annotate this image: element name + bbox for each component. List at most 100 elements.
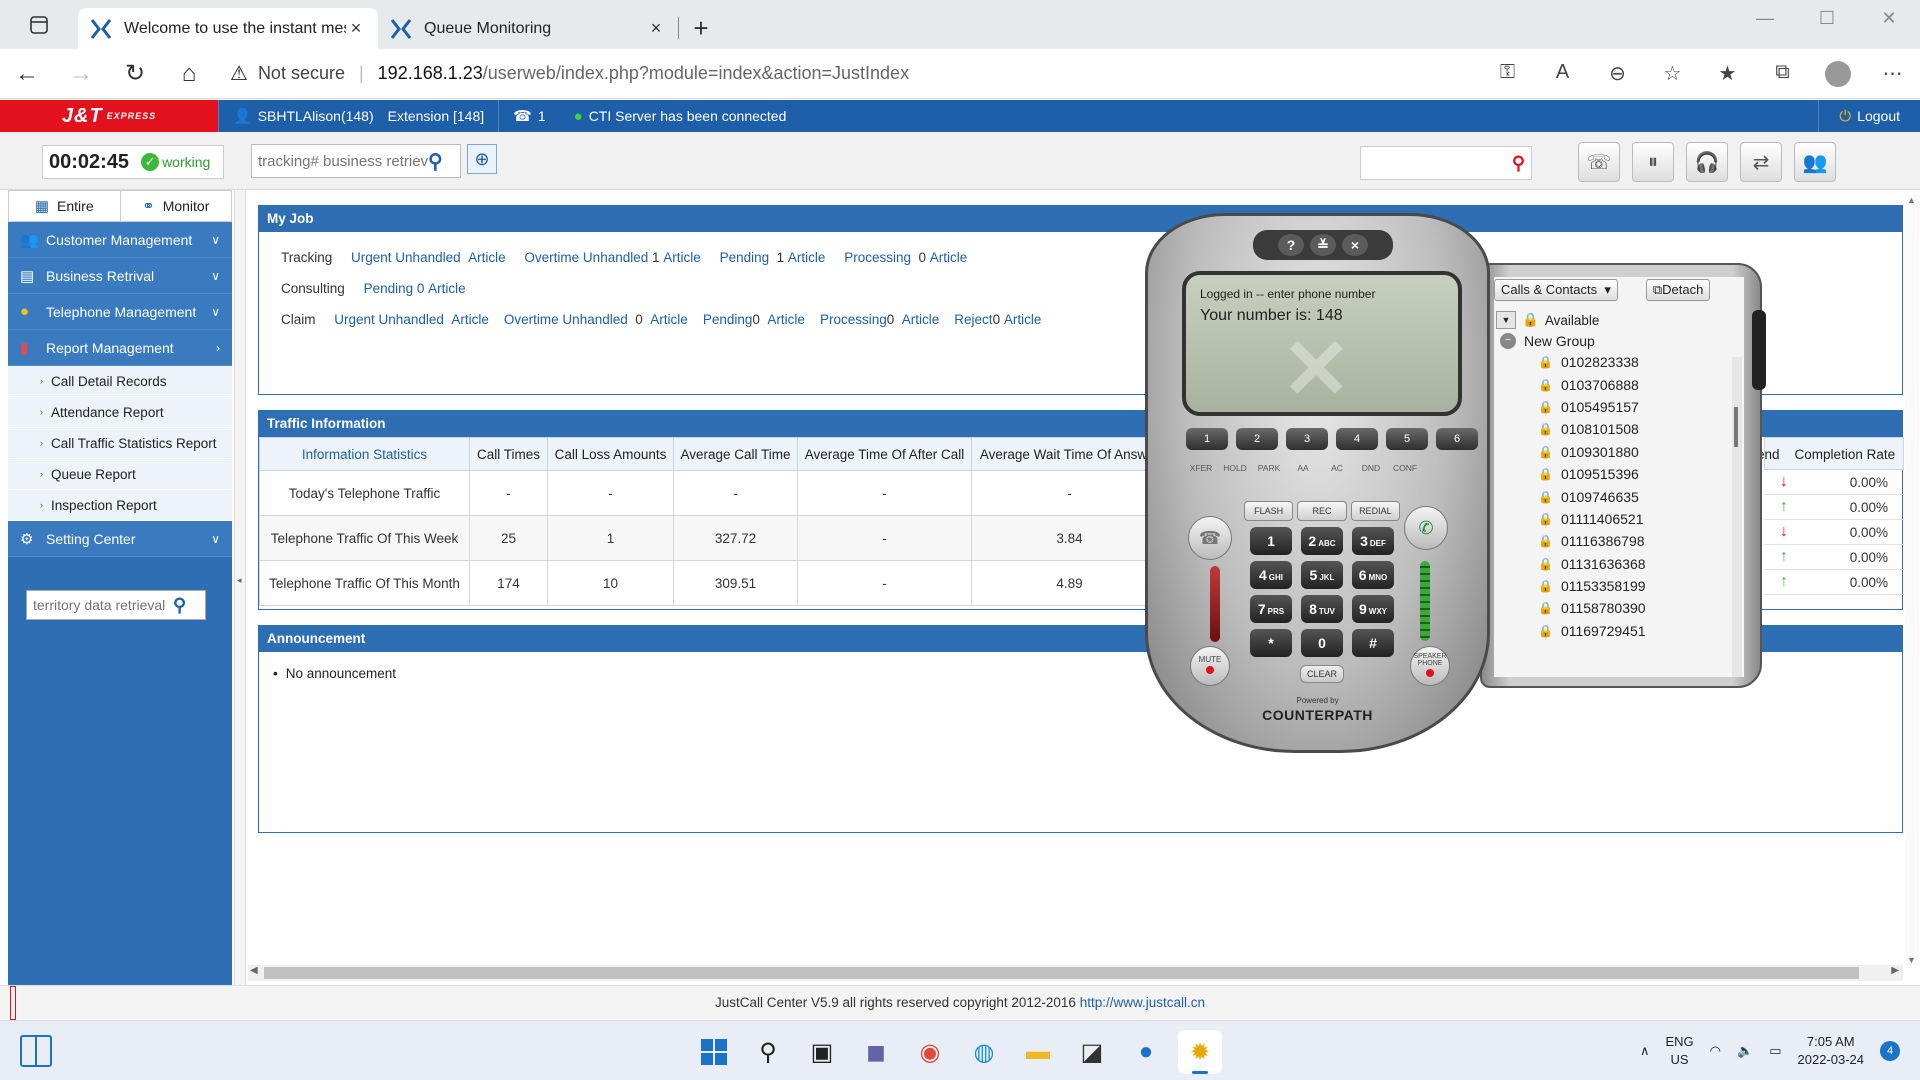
dial-key[interactable]: #: [1352, 629, 1394, 657]
redial-key[interactable]: REDIAL: [1350, 501, 1400, 521]
record-key[interactable]: REC: [1297, 501, 1347, 521]
wifi-icon[interactable]: ◠: [1710, 1043, 1721, 1059]
calls-contacts-dropdown[interactable]: Calls & Contacts ▾: [1494, 279, 1618, 301]
softphone-app-button[interactable]: ✹: [1178, 1030, 1222, 1074]
contact-item[interactable]: 🔒 0102823338: [1538, 351, 1744, 373]
menu-report-management[interactable]: ▮ Report Management ›: [8, 330, 232, 366]
forward-button[interactable]: →: [54, 54, 108, 94]
advanced-search-icon[interactable]: ⊕: [467, 144, 497, 174]
dial-key[interactable]: 2 ABC: [1301, 527, 1343, 555]
speakerphone-button[interactable]: SPEAKER PHONE: [1410, 646, 1450, 686]
tab-monitor[interactable]: ⚭ Monitor: [119, 191, 232, 221]
consulting-pending-link[interactable]: Pending: [364, 281, 414, 296]
park-key[interactable]: PARK: [1254, 463, 1284, 473]
aa-key[interactable]: AA: [1288, 463, 1318, 473]
claim-urgent-link[interactable]: Urgent Unhandled: [334, 312, 444, 327]
contact-item[interactable]: 🔒 0108101508: [1538, 418, 1744, 440]
vertical-scrollbar[interactable]: ▲ ▼: [1905, 195, 1919, 965]
line-key[interactable]: 4: [1336, 428, 1378, 450]
tracking-search-input[interactable]: [258, 152, 428, 170]
dial-key[interactable]: 7 PRS: [1250, 595, 1292, 623]
teams-chat-button[interactable]: ◼: [854, 1030, 898, 1074]
claim-processing-link[interactable]: Processing: [820, 312, 887, 327]
tracking-overtime-link[interactable]: Overtime Unhandled: [524, 250, 648, 265]
contacts-scroll-thumb[interactable]: [1734, 407, 1738, 447]
hold-call-button[interactable]: ⏸: [1632, 142, 1674, 182]
tab-queue-monitoring[interactable]: Queue Monitoring ×: [378, 8, 678, 49]
menu-setting-center[interactable]: ⚙ Setting Center ∨: [8, 521, 232, 557]
scroll-left-icon[interactable]: ◀: [250, 965, 258, 976]
menu-customer-management[interactable]: 👥 Customer Management ∨: [8, 222, 232, 258]
sticky-notes-button[interactable]: ◪: [1070, 1030, 1114, 1074]
profile-avatar[interactable]: [1810, 60, 1865, 87]
notification-badge[interactable]: 4: [1880, 1041, 1900, 1061]
tab-welcome[interactable]: Welcome to use the instant mes ×: [78, 8, 378, 49]
submenu-call-detail-records[interactable]: › Call Detail Records: [8, 366, 232, 397]
dial-key[interactable]: 1: [1250, 527, 1292, 555]
key-icon[interactable]: ⚿: [1480, 61, 1535, 87]
line-key[interactable]: 1: [1186, 428, 1228, 450]
chrome-button[interactable]: ◉: [908, 1030, 952, 1074]
line-key[interactable]: 2: [1236, 428, 1278, 450]
dial-key[interactable]: 9 WXY: [1352, 595, 1394, 623]
contact-item[interactable]: 🔒 01116386798: [1538, 530, 1744, 552]
dial-key[interactable]: 6 MNO: [1352, 561, 1394, 589]
team-button[interactable]: 👥: [1794, 142, 1836, 182]
contact-item[interactable]: 🔒 0109515396: [1538, 463, 1744, 485]
headset-ready-button[interactable]: 🎧: [1686, 142, 1728, 182]
tracking-pending-link[interactable]: Pending: [720, 250, 770, 265]
line-key[interactable]: 6: [1436, 428, 1478, 450]
add-favorite-icon[interactable]: ☆: [1645, 61, 1700, 87]
messenger-button[interactable]: ●: [1124, 1030, 1168, 1074]
hangup-button[interactable]: ☎: [1188, 516, 1232, 560]
menu-telephone-management[interactable]: ● Telephone Management ∨: [8, 294, 232, 330]
sidebar-splitter[interactable]: ◂: [234, 190, 246, 985]
detach-button[interactable]: ⧉Detach: [1645, 279, 1711, 301]
more-menu-icon[interactable]: ⋯: [1865, 61, 1920, 87]
submenu-attendance-report[interactable]: › Attendance Report: [8, 397, 232, 428]
search-icon[interactable]: ⚲: [428, 149, 443, 174]
battery-icon[interactable]: ▭: [1769, 1043, 1781, 1059]
close-phone-icon[interactable]: ×: [1342, 234, 1368, 256]
answer-call-button[interactable]: ☏: [1578, 142, 1620, 182]
transfer-call-button[interactable]: ⇄: [1740, 142, 1782, 182]
chevron-down-icon[interactable]: ▼: [1496, 311, 1516, 329]
url-field[interactable]: ⚠ Not secure | 192.168.1.23/userweb/inde…: [230, 61, 1480, 86]
read-aloud-icon[interactable]: A: [1535, 61, 1590, 87]
ac-key[interactable]: AC: [1322, 463, 1352, 473]
volume-icon[interactable]: 🔈: [1737, 1043, 1753, 1059]
tracking-urgent-link[interactable]: Urgent Unhandled: [351, 250, 461, 265]
help-icon[interactable]: ?: [1278, 234, 1304, 256]
scrollbar-thumb[interactable]: [264, 967, 1859, 979]
submenu-inspection-report[interactable]: › Inspection Report: [8, 490, 232, 521]
contact-item[interactable]: 🔒 0109301880: [1538, 441, 1744, 463]
territory-search-input[interactable]: [33, 597, 173, 613]
dial-key[interactable]: 0: [1301, 629, 1343, 657]
scroll-right-icon[interactable]: ▶: [1891, 965, 1899, 976]
footer-link[interactable]: http://www.justcall.cn: [1080, 995, 1205, 1010]
tab-actions-button[interactable]: [0, 0, 78, 49]
contact-item[interactable]: 🔒 0105495157: [1538, 396, 1744, 418]
favorites-icon[interactable]: ★: [1700, 61, 1755, 87]
contact-item[interactable]: 🔒 01158780390: [1538, 597, 1744, 619]
tracking-processing-link[interactable]: Processing: [844, 250, 911, 265]
dial-key[interactable]: 4 GHI: [1250, 561, 1292, 589]
contact-item[interactable]: 🔒 01111406521: [1538, 508, 1744, 530]
line-key[interactable]: 5: [1386, 428, 1428, 450]
tab-entire[interactable]: ▦ Entire: [9, 191, 120, 221]
contact-item[interactable]: 🔒 0109746635: [1538, 485, 1744, 507]
contact-group[interactable]: − New Group: [1494, 333, 1744, 349]
menu-business-retrival[interactable]: ▤ Business Retrival ∨: [8, 258, 232, 294]
back-button[interactable]: ←: [0, 54, 54, 94]
home-button[interactable]: ⌂: [162, 54, 216, 94]
claim-overtime-link[interactable]: Overtime Unhandled: [504, 312, 628, 327]
maximize-icon[interactable]: ☐: [1796, 8, 1858, 29]
dial-key[interactable]: 5 JKL: [1301, 561, 1343, 589]
task-view-button[interactable]: ▣: [800, 1030, 844, 1074]
dial-key[interactable]: 8 TUV: [1301, 595, 1343, 623]
phone-side-handle-right[interactable]: [1752, 310, 1766, 390]
edge-button[interactable]: ◍: [962, 1030, 1006, 1074]
conf-key[interactable]: CONF: [1390, 463, 1420, 473]
mic-level-meter[interactable]: [1210, 566, 1220, 642]
dnd-key[interactable]: DND: [1356, 463, 1386, 473]
